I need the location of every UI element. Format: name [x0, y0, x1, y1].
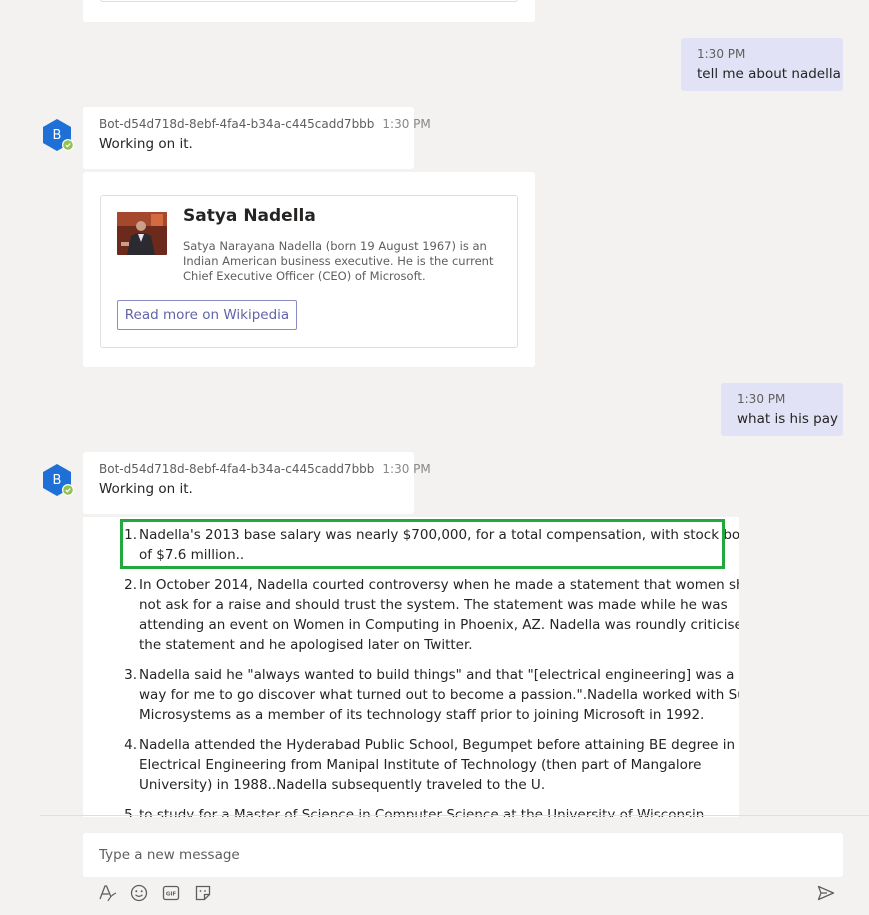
message-time: 1:30 PM	[382, 462, 431, 476]
bot-avatar[interactable]: B	[40, 463, 74, 497]
highlight-box	[120, 519, 725, 569]
bot-avatar-hexagon: B	[43, 464, 74, 496]
svg-text:GIF: GIF	[166, 892, 177, 898]
sender-name: Bot-d54d718d-8ebf-4fa4-b34a-c445cadd7bbb	[99, 117, 375, 131]
message-time: 1:30 PM	[697, 47, 746, 61]
svg-text:B: B	[53, 128, 62, 143]
composer-divider	[40, 815, 869, 816]
card-description: Satya Narayana Nadella (born 19 August 1…	[183, 239, 494, 283]
gif-icon[interactable]: GIF	[160, 882, 182, 904]
previous-card-inner	[100, 0, 518, 2]
message-text: Working on it.	[99, 481, 193, 497]
bot-message: Bot-d54d718d-8ebf-4fa4-b34a-c445cadd7bbb…	[83, 452, 431, 514]
sticker-icon[interactable]	[192, 882, 214, 904]
compose-box[interactable]	[83, 833, 843, 877]
read-more-wikipedia-button[interactable]: Read more on Wikipedia	[117, 300, 297, 330]
profile-thumbnail	[117, 212, 167, 255]
list-item-number: 4.	[124, 737, 137, 753]
message-text: what is his pay	[737, 411, 838, 427]
user-message: 1:30 PM tell me about nadella	[681, 38, 843, 91]
message-meta: Bot-d54d718d-8ebf-4fa4-b34a-c445cadd7bbb…	[99, 116, 431, 132]
bot-message: Bot-d54d718d-8ebf-4fa4-b34a-c445cadd7bbb…	[83, 107, 431, 169]
list-item-text: Nadella said he "always wanted to build …	[139, 667, 739, 723]
previous-card	[83, 0, 535, 22]
sender-name: Bot-d54d718d-8ebf-4fa4-b34a-c445cadd7bbb	[99, 462, 375, 476]
list-item-text: In October 2014, Nadella courted controv…	[139, 577, 739, 653]
message-input[interactable]	[99, 833, 819, 877]
card-title: Satya Nadella	[183, 206, 316, 226]
emoji-icon[interactable]	[128, 882, 150, 904]
message-time: 1:30 PM	[382, 117, 431, 131]
message-text: tell me about nadella	[697, 66, 841, 82]
svg-text:B: B	[53, 473, 62, 488]
send-icon[interactable]	[815, 882, 837, 904]
list-item-number: 3.	[124, 667, 137, 683]
bot-avatar-hexagon: B	[43, 119, 74, 151]
message-time: 1:30 PM	[737, 392, 786, 406]
message-meta: Bot-d54d718d-8ebf-4fa4-b34a-c445cadd7bbb…	[99, 461, 431, 477]
list-item-number: 2.	[124, 577, 137, 593]
bot-avatar[interactable]: B	[40, 118, 74, 152]
list-item-text: Nadella attended the Hyderabad Public Sc…	[139, 737, 736, 793]
format-icon[interactable]	[96, 882, 118, 904]
user-message: 1:30 PM what is his pay	[721, 383, 843, 436]
message-text: Working on it.	[99, 136, 193, 152]
